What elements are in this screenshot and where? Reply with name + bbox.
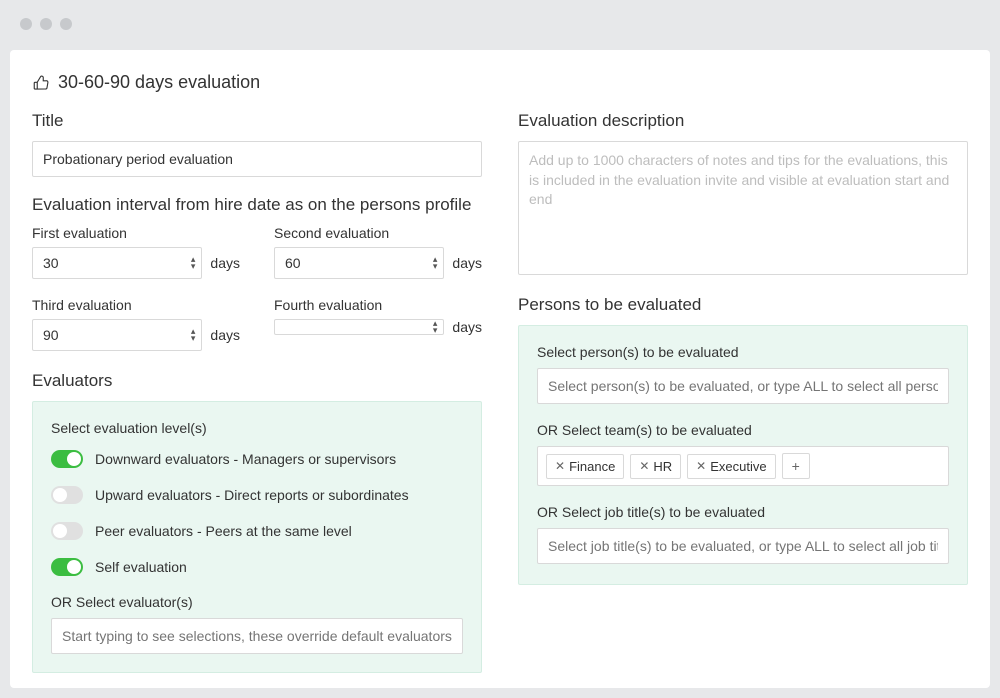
select-teams-label: OR Select team(s) to be evaluated — [537, 422, 949, 438]
window-dot[interactable] — [60, 18, 72, 30]
remove-tag-icon[interactable]: ✕ — [639, 459, 649, 473]
persons-panel: Select person(s) to be evaluated OR Sele… — [518, 325, 968, 585]
interval-stepper-2[interactable]: 90 ▴ ▾ — [32, 319, 202, 351]
evaluator-toggle-1[interactable] — [51, 486, 83, 504]
window-frame: 30-60-90 days evaluation Title Evaluatio… — [0, 0, 1000, 698]
interval-unit-2: days — [210, 327, 240, 343]
evaluator-toggle-3[interactable] — [51, 558, 83, 576]
persons-select-input[interactable] — [537, 368, 949, 404]
or-select-evaluators-label: OR Select evaluator(s) — [51, 594, 463, 610]
stepper-down-icon[interactable]: ▾ — [191, 335, 196, 342]
evaluators-heading: Evaluators — [32, 371, 482, 391]
select-persons-label: Select person(s) to be evaluated — [537, 344, 949, 360]
evaluation-levels-label: Select evaluation level(s) — [51, 420, 463, 436]
team-tag-label: HR — [653, 459, 672, 474]
interval-heading: Evaluation interval from hire date as on… — [32, 195, 482, 215]
interval-label-3: Fourth evaluation — [274, 297, 482, 313]
interval-label-2: Third evaluation — [32, 297, 240, 313]
window-dot[interactable] — [20, 18, 32, 30]
job-titles-select-input[interactable] — [537, 528, 949, 564]
interval-stepper-3[interactable]: ▴ ▾ — [274, 319, 444, 335]
page-title-text: 30-60-90 days evaluation — [58, 72, 260, 93]
stepper-down-icon[interactable]: ▾ — [433, 263, 438, 270]
team-tag: ✕ Executive — [687, 454, 775, 479]
interval-label-1: Second evaluation — [274, 225, 482, 241]
team-tag: ✕ Finance — [546, 454, 624, 479]
interval-unit-0: days — [210, 255, 240, 271]
title-label: Title — [32, 111, 482, 131]
select-job-titles-label: OR Select job title(s) to be evaluated — [537, 504, 949, 520]
window-dot[interactable] — [40, 18, 52, 30]
persons-heading: Persons to be evaluated — [518, 295, 968, 315]
team-tag-label: Finance — [569, 459, 615, 474]
window-controls — [20, 18, 72, 30]
stepper-down-icon[interactable]: ▾ — [433, 327, 438, 334]
interval-label-0: First evaluation — [32, 225, 240, 241]
team-tag-label: Executive — [710, 459, 766, 474]
evaluator-toggle-2[interactable] — [51, 522, 83, 540]
thumbs-up-icon — [32, 74, 50, 92]
interval-stepper-1[interactable]: 60 ▴ ▾ — [274, 247, 444, 279]
remove-tag-icon[interactable]: ✕ — [555, 459, 565, 473]
description-label: Evaluation description — [518, 111, 968, 131]
interval-unit-1: days — [452, 255, 482, 271]
interval-value-0: 30 — [43, 255, 175, 271]
evaluator-toggle-label-1: Upward evaluators - Direct reports or su… — [95, 487, 409, 503]
evaluators-panel: Select evaluation level(s) Downward eval… — [32, 401, 482, 673]
description-textarea[interactable]: Add up to 1000 characters of notes and t… — [518, 141, 968, 275]
interval-value-2: 90 — [43, 327, 175, 343]
interval-unit-3: days — [452, 319, 482, 335]
evaluator-toggle-0[interactable] — [51, 450, 83, 468]
evaluator-toggle-label-3: Self evaluation — [95, 559, 187, 575]
page-title: 30-60-90 days evaluation — [32, 72, 968, 93]
team-tag: ✕ HR — [630, 454, 681, 479]
interval-stepper-0[interactable]: 30 ▴ ▾ — [32, 247, 202, 279]
evaluator-select-input[interactable] — [51, 618, 463, 654]
teams-tag-input[interactable]: ✕ Finance ✕ HR ✕ Executive + — [537, 446, 949, 486]
evaluator-toggle-label-2: Peer evaluators - Peers at the same leve… — [95, 523, 352, 539]
main-card: 30-60-90 days evaluation Title Evaluatio… — [10, 50, 990, 688]
add-team-button[interactable]: + — [782, 453, 810, 479]
title-input[interactable] — [32, 141, 482, 177]
stepper-down-icon[interactable]: ▾ — [191, 263, 196, 270]
evaluator-toggle-label-0: Downward evaluators - Managers or superv… — [95, 451, 396, 467]
interval-value-1: 60 — [285, 255, 417, 271]
remove-tag-icon[interactable]: ✕ — [696, 459, 706, 473]
